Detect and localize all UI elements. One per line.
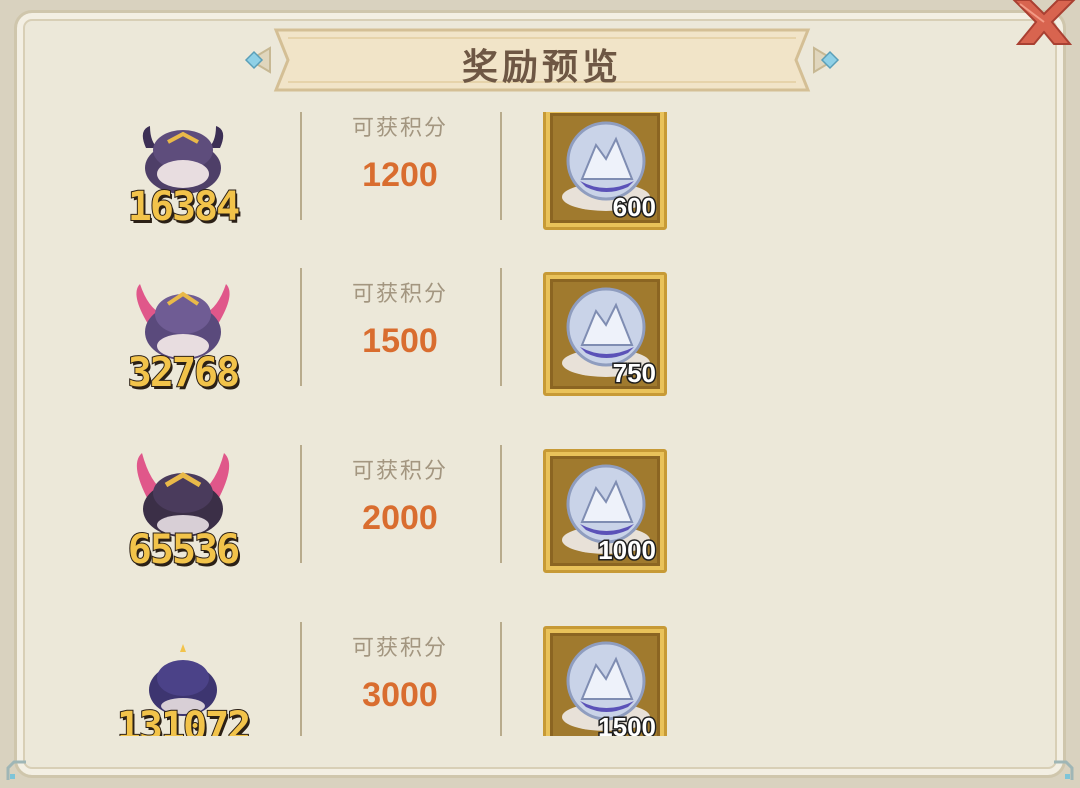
page-title: 奖励预览 xyxy=(461,47,622,88)
corner-ornament-icon xyxy=(1054,760,1074,780)
points-label: 可获积分 xyxy=(351,636,448,661)
list-item: 65536 可获积分 2000 1000 xyxy=(30,445,930,585)
reward-count: 1500 xyxy=(597,711,658,737)
points-label: 可获积分 xyxy=(351,282,448,307)
points-block: 可获积分 1200 xyxy=(310,112,490,195)
monster-number: 16384 xyxy=(127,183,241,231)
points-block: 可获积分 3000 xyxy=(310,630,490,715)
list-item: 32768 可获积分 1500 750 xyxy=(30,268,930,408)
reward-preview-panel: 奖励预览 16384 可获积分 1200 600 32768 可获积分 1500… xyxy=(0,0,1080,788)
reward-list[interactable]: 16384 可获积分 1200 600 32768 可获积分 1500 750 … xyxy=(30,112,930,736)
column-divider xyxy=(500,112,502,220)
reward-item[interactable]: 600 xyxy=(543,112,667,230)
close-icon xyxy=(1012,0,1076,45)
reward-count: 750 xyxy=(611,357,657,390)
column-divider xyxy=(300,112,302,220)
monster-avatar: 32768 xyxy=(108,274,258,397)
monster-avatar: 16384 xyxy=(108,112,258,231)
points-value: 3000 xyxy=(362,676,438,714)
monster-avatar: 131072 xyxy=(108,628,258,736)
monster-number: 32768 xyxy=(127,349,241,397)
title-banner: 奖励预览 xyxy=(236,22,848,98)
monster-avatar: 65536 xyxy=(108,451,258,574)
points-block: 可获积分 1500 xyxy=(310,276,490,361)
list-item: 16384 可获积分 1200 600 xyxy=(30,112,930,252)
reward-count: 1000 xyxy=(597,534,658,567)
corner-ornament-icon xyxy=(6,760,26,780)
column-divider xyxy=(500,268,502,386)
points-value: 1500 xyxy=(362,322,438,360)
list-item: 131072 可获积分 3000 1500 xyxy=(30,622,930,736)
points-value: 1200 xyxy=(362,156,438,194)
points-label: 可获积分 xyxy=(351,116,448,141)
reward-item[interactable]: 1500 xyxy=(543,626,667,736)
column-divider xyxy=(300,622,302,736)
column-divider xyxy=(500,445,502,563)
points-label: 可获积分 xyxy=(351,459,448,484)
monster-number: 65536 xyxy=(127,526,241,574)
column-divider xyxy=(500,622,502,736)
points-block: 可获积分 2000 xyxy=(310,453,490,538)
reward-item[interactable]: 750 xyxy=(543,272,667,396)
reward-item[interactable]: 1000 xyxy=(543,449,667,573)
monster-number: 131072 xyxy=(116,703,253,736)
column-divider xyxy=(300,268,302,386)
close-button[interactable] xyxy=(1000,0,1080,48)
points-value: 2000 xyxy=(362,499,438,537)
column-divider xyxy=(300,445,302,563)
reward-count: 600 xyxy=(611,191,657,224)
